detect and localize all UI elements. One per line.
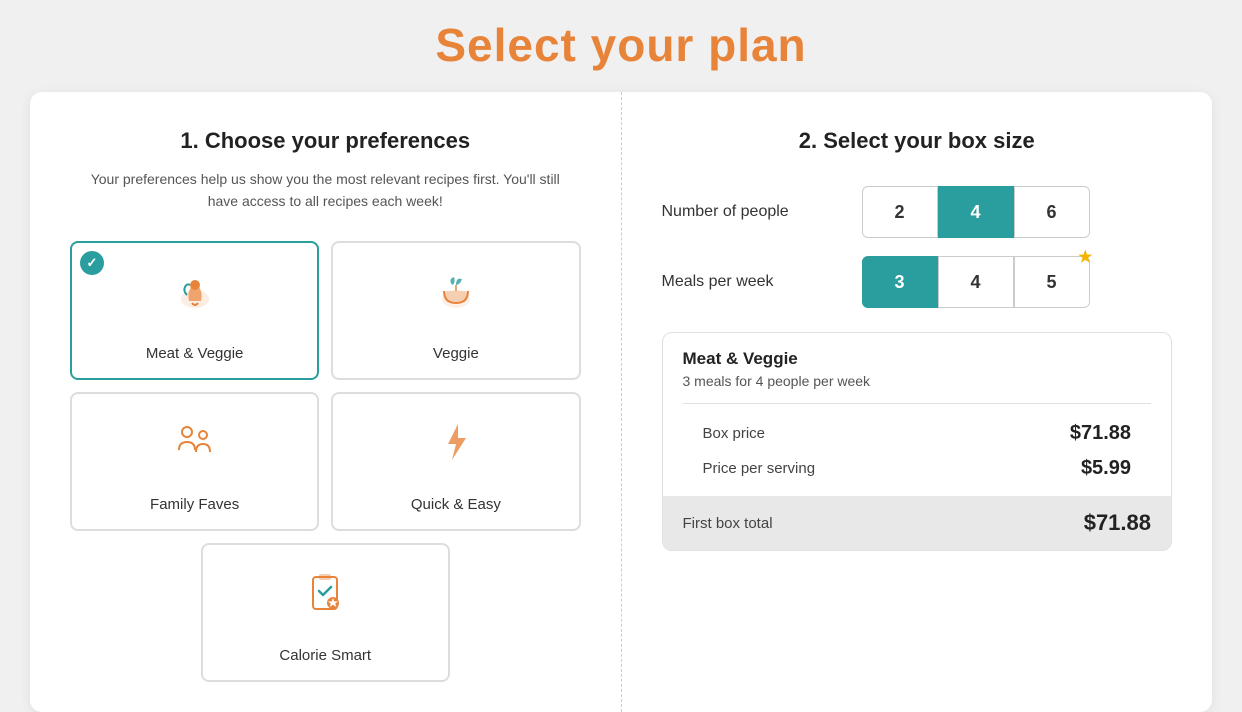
family-faves-icon <box>169 416 221 486</box>
box-price-value: $71.88 <box>1070 422 1131 445</box>
meals-option-3[interactable]: 3 <box>862 256 938 308</box>
meals-option-5[interactable]: ★ 5 <box>1014 256 1090 308</box>
pricing-divider <box>683 403 1152 404</box>
preferences-section-title: 1. Choose your preferences <box>70 128 581 154</box>
preference-grid: ✓ Meat & Veggie <box>70 241 581 531</box>
pref-card-veggie[interactable]: Veggie <box>331 241 580 380</box>
meals-per-week-label: Meals per week <box>662 273 862 291</box>
box-price-label: Box price <box>703 425 766 442</box>
pricing-plan-name: Meat & Veggie <box>683 349 1152 369</box>
price-per-serving-label: Price per serving <box>703 460 816 477</box>
first-box-total-value: $71.88 <box>1084 510 1151 536</box>
pref-label-calorie-smart: Calorie Smart <box>279 647 371 664</box>
check-badge: ✓ <box>80 251 104 275</box>
left-panel: 1. Choose your preferences Your preferen… <box>30 92 622 712</box>
people-option-4[interactable]: 4 <box>938 186 1014 238</box>
main-card: 1. Choose your preferences Your preferen… <box>30 92 1212 712</box>
pref-label-veggie: Veggie <box>433 345 479 362</box>
meat-veggie-icon <box>169 265 221 335</box>
pricing-description: 3 meals for 4 people per week <box>683 373 1152 389</box>
calorie-smart-icon <box>299 567 351 637</box>
box-price-row: Box price $71.88 <box>683 416 1152 451</box>
pref-card-calorie-smart[interactable]: Calorie Smart <box>201 543 450 682</box>
pref-card-meat-veggie[interactable]: ✓ Meat & Veggie <box>70 241 319 380</box>
page-title: Select your plan <box>0 18 1242 72</box>
page-header: Select your plan <box>0 0 1242 92</box>
pref-label-family-faves: Family Faves <box>150 496 239 513</box>
right-panel: 2. Select your box size Number of people… <box>622 92 1213 712</box>
first-box-total-label: First box total <box>683 515 773 532</box>
number-of-people-group: 2 4 6 <box>862 186 1090 238</box>
preferences-subtitle: Your preferences help us show you the mo… <box>70 168 581 213</box>
price-per-serving-value: $5.99 <box>1081 457 1131 480</box>
first-box-total-row: First box total $71.88 <box>663 496 1172 550</box>
pref-label-quick-easy: Quick & Easy <box>411 496 501 513</box>
people-option-6[interactable]: 6 <box>1014 186 1090 238</box>
pref-card-family-faves[interactable]: Family Faves <box>70 392 319 531</box>
number-of-people-label: Number of people <box>662 203 862 221</box>
pref-card-quick-easy[interactable]: Quick & Easy <box>331 392 580 531</box>
pricing-header: Meat & Veggie 3 meals for 4 people per w… <box>663 333 1172 496</box>
meals-option-4[interactable]: 4 <box>938 256 1014 308</box>
quick-easy-icon <box>430 416 482 486</box>
people-option-2[interactable]: 2 <box>862 186 938 238</box>
calorie-row: Calorie Smart <box>70 543 581 682</box>
star-badge: ★ <box>1078 247 1092 267</box>
number-of-people-row: Number of people 2 4 6 <box>662 186 1173 238</box>
pref-label-meat-veggie: Meat & Veggie <box>146 345 244 362</box>
meals-per-week-row: Meals per week 3 4 ★ 5 <box>662 256 1173 308</box>
box-size-section-title: 2. Select your box size <box>662 128 1173 154</box>
veggie-icon <box>430 265 482 335</box>
price-per-serving-row: Price per serving $5.99 <box>683 451 1152 486</box>
pricing-card: Meat & Veggie 3 meals for 4 people per w… <box>662 332 1173 551</box>
meals-per-week-group: 3 4 ★ 5 <box>862 256 1090 308</box>
